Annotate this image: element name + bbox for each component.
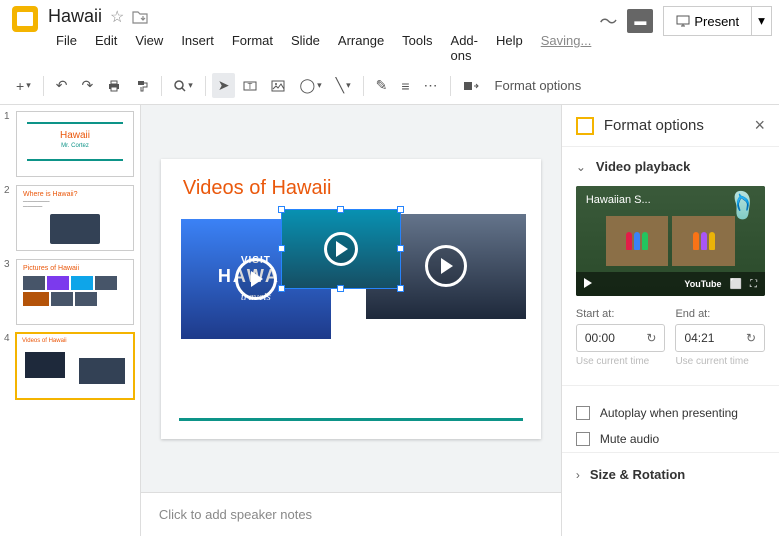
- play-icon: [235, 258, 277, 300]
- slide-number: 1: [4, 111, 12, 177]
- format-options-panel: Format options × ⌄ Video playback 🩴 Hawa…: [561, 105, 779, 536]
- slide-thumbnail-3[interactable]: Pictures of Hawaii: [16, 259, 134, 325]
- toolbar: + ↶ ↷ ➤ T ◯ ╲ ✎ ≡ ⋯ Format options: [0, 67, 779, 105]
- youtube-label: YouTube: [684, 279, 721, 289]
- close-panel-button[interactable]: ×: [754, 115, 765, 136]
- redo-button[interactable]: ↷: [75, 73, 99, 98]
- play-icon: [324, 232, 358, 266]
- use-current-hint[interactable]: Use current time: [675, 356, 765, 367]
- transition-button[interactable]: [457, 76, 485, 96]
- end-at-input[interactable]: 04:21 ↻: [675, 324, 765, 352]
- resize-handle[interactable]: [397, 245, 404, 252]
- use-current-hint[interactable]: Use current time: [576, 356, 666, 367]
- slide-thumbnail-2[interactable]: Where is Hawaii? ━━━━━━━━━━━━━━━━━━━: [16, 185, 134, 251]
- format-options-button[interactable]: Format options: [487, 74, 590, 97]
- slides-logo: [12, 6, 38, 32]
- present-button[interactable]: Present: [663, 6, 752, 36]
- slide-thumbnail-4[interactable]: Videos of Hawaii: [16, 333, 134, 399]
- slide-number: 3: [4, 259, 12, 325]
- paint-format-button[interactable]: [129, 75, 155, 97]
- speaker-notes[interactable]: Click to add speaker notes: [141, 492, 561, 536]
- shape-button[interactable]: ◯: [293, 73, 327, 98]
- fullscreen-icon[interactable]: ⛶: [750, 279, 757, 290]
- new-slide-button[interactable]: +: [10, 74, 37, 98]
- refresh-icon[interactable]: ↻: [646, 331, 656, 345]
- resize-handle[interactable]: [337, 285, 344, 292]
- slide-canvas[interactable]: Videos of Hawaii VISIT HAWAII travels: [161, 159, 541, 439]
- resize-handle[interactable]: [397, 285, 404, 292]
- resize-handle[interactable]: [278, 285, 285, 292]
- border-weight-button[interactable]: ≡: [395, 74, 415, 98]
- refresh-icon[interactable]: ↻: [746, 331, 756, 345]
- resize-handle[interactable]: [397, 206, 404, 213]
- preview-title: Hawaiian S...: [586, 194, 755, 206]
- saving-status: Saving...: [533, 29, 600, 67]
- resize-handle[interactable]: [278, 245, 285, 252]
- print-button[interactable]: [101, 75, 127, 97]
- menu-addons[interactable]: Add-ons: [443, 29, 486, 67]
- slide-number: 4: [4, 333, 12, 399]
- menu-tools[interactable]: Tools: [394, 29, 440, 67]
- chevron-down-icon: ⌄: [576, 160, 586, 174]
- doc-title[interactable]: Hawaii: [48, 6, 102, 27]
- present-dropdown[interactable]: ▾: [752, 6, 772, 36]
- slide-number: 2: [4, 185, 12, 251]
- menu-file[interactable]: File: [48, 29, 85, 67]
- menu-slide[interactable]: Slide: [283, 29, 328, 67]
- select-tool[interactable]: ➤: [212, 73, 236, 98]
- preview-play-button[interactable]: [584, 278, 592, 291]
- menu-format[interactable]: Format: [224, 29, 281, 67]
- checkbox-icon[interactable]: [576, 432, 590, 446]
- video-2-selected[interactable]: [281, 209, 401, 289]
- slide-thumbnail-1[interactable]: Hawaii Mr. Cortez: [16, 111, 134, 177]
- present-icon: [676, 15, 690, 27]
- mute-checkbox-row[interactable]: Mute audio: [562, 426, 779, 452]
- textbox-button[interactable]: T: [237, 75, 263, 97]
- autoplay-checkbox-row[interactable]: Autoplay when presenting: [562, 400, 779, 426]
- video-playback-section[interactable]: ⌄ Video playback: [562, 147, 779, 186]
- menu-insert[interactable]: Insert: [173, 29, 222, 67]
- menu-edit[interactable]: Edit: [87, 29, 125, 67]
- menu-help[interactable]: Help: [488, 29, 531, 67]
- panel-title: Format options: [604, 117, 745, 134]
- menu-view[interactable]: View: [127, 29, 171, 67]
- menu-arrange[interactable]: Arrange: [330, 29, 392, 67]
- activity-icon[interactable]: 〜: [599, 8, 617, 34]
- line-button[interactable]: ╲: [330, 73, 357, 98]
- image-button[interactable]: [265, 75, 291, 97]
- end-at-label: End at:: [675, 308, 765, 320]
- resize-handle[interactable]: [278, 206, 285, 213]
- format-panel-icon: [576, 117, 594, 135]
- zoom-button[interactable]: [168, 76, 199, 96]
- filmstrip: 1 Hawaii Mr. Cortez 2 Where is Hawaii? ━…: [0, 105, 141, 536]
- resize-handle[interactable]: [337, 206, 344, 213]
- undo-button[interactable]: ↶: [50, 73, 74, 98]
- move-folder-icon[interactable]: [132, 10, 148, 24]
- slide-title[interactable]: Videos of Hawaii: [161, 159, 541, 208]
- start-at-input[interactable]: 00:00 ↻: [576, 324, 666, 352]
- size-rotation-section[interactable]: › Size & Rotation: [562, 452, 779, 496]
- svg-text:T: T: [248, 82, 253, 91]
- checkbox-icon[interactable]: [576, 406, 590, 420]
- border-dash-button[interactable]: ⋯: [418, 73, 444, 98]
- play-icon: [425, 245, 467, 287]
- chevron-right-icon: ›: [576, 468, 580, 482]
- comments-button[interactable]: ▬: [627, 9, 653, 33]
- cast-icon[interactable]: ⬜: [730, 279, 742, 290]
- star-icon[interactable]: ☆: [110, 7, 124, 27]
- crop-button[interactable]: ✎: [370, 73, 394, 98]
- start-at-label: Start at:: [576, 308, 666, 320]
- video-preview[interactable]: 🩴 Hawaiian S... YouTube ⬜ ⛶: [576, 186, 765, 296]
